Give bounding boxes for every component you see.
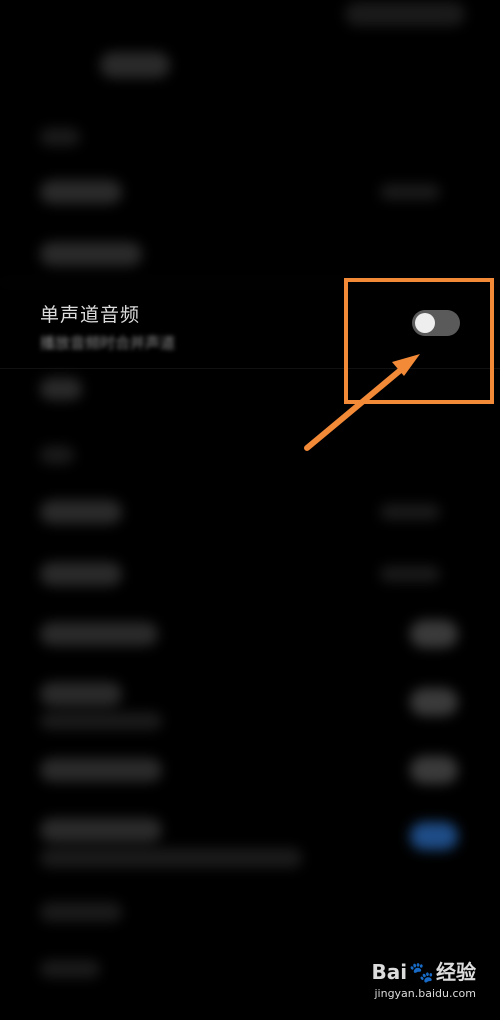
watermark-brand-right: 经验 (436, 960, 476, 984)
paw-icon: 🐾 (409, 960, 434, 984)
watermark: Bai 🐾 经验 jingyan.baidu.com (371, 956, 476, 1000)
watermark-url: jingyan.baidu.com (374, 987, 476, 1000)
pointer-arrow-icon (304, 354, 420, 451)
watermark-brand-left: Bai (371, 960, 408, 984)
